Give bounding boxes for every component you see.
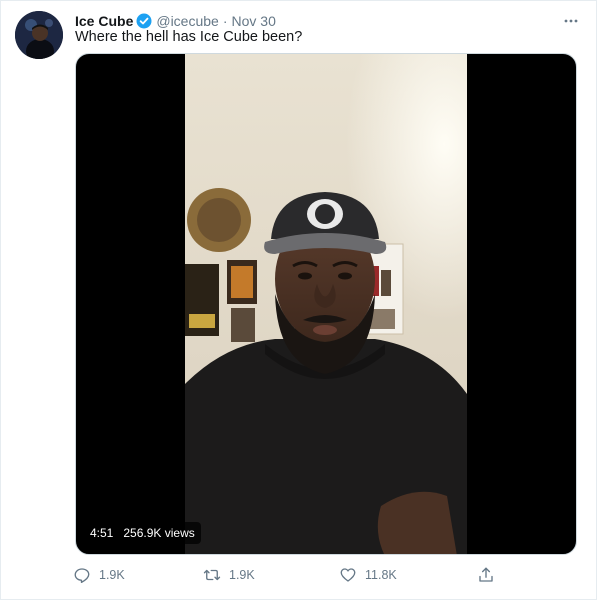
like-count: 11.8K — [365, 568, 397, 582]
verified-badge-icon — [136, 13, 152, 29]
share-icon — [479, 567, 493, 582]
user-handle[interactable]: @icecube — [156, 13, 218, 29]
more-options-icon[interactable] — [560, 12, 582, 30]
retweet-count: 1.9K — [229, 568, 255, 582]
video-player[interactable]: 4:51 256.9K views — [75, 53, 577, 555]
retweet-icon — [203, 569, 221, 581]
retweet-button[interactable]: 1.9K — [203, 564, 255, 586]
video-thumbnail — [185, 54, 467, 554]
video-views: 256.9K views — [123, 526, 195, 540]
display-name[interactable]: Ice Cube — [75, 13, 133, 29]
video-duration: 4:51 — [90, 526, 114, 540]
tweet-actions: 1.9K 1.9K 11.8K — [73, 564, 503, 586]
tweet-card[interactable]: Ice Cube @icecube · Nov 30 Where the hel… — [0, 0, 597, 600]
reply-icon — [74, 568, 90, 584]
video-badge: 4:51 256.9K views — [84, 522, 201, 544]
reply-count: 1.9K — [99, 568, 125, 582]
avatar[interactable] — [15, 11, 63, 59]
reply-button[interactable]: 1.9K — [73, 564, 125, 586]
video-frame[interactable] — [185, 54, 467, 554]
like-button[interactable]: 11.8K — [339, 564, 397, 586]
tweet-date[interactable]: Nov 30 — [232, 13, 276, 29]
separator-dot: · — [222, 13, 228, 29]
avatar-image — [15, 11, 63, 59]
tweet-header: Ice Cube @icecube · Nov 30 — [75, 12, 582, 30]
share-button[interactable] — [477, 564, 503, 586]
tweet-text: Where the hell has Ice Cube been? — [75, 29, 303, 45]
heart-icon — [340, 568, 356, 582]
